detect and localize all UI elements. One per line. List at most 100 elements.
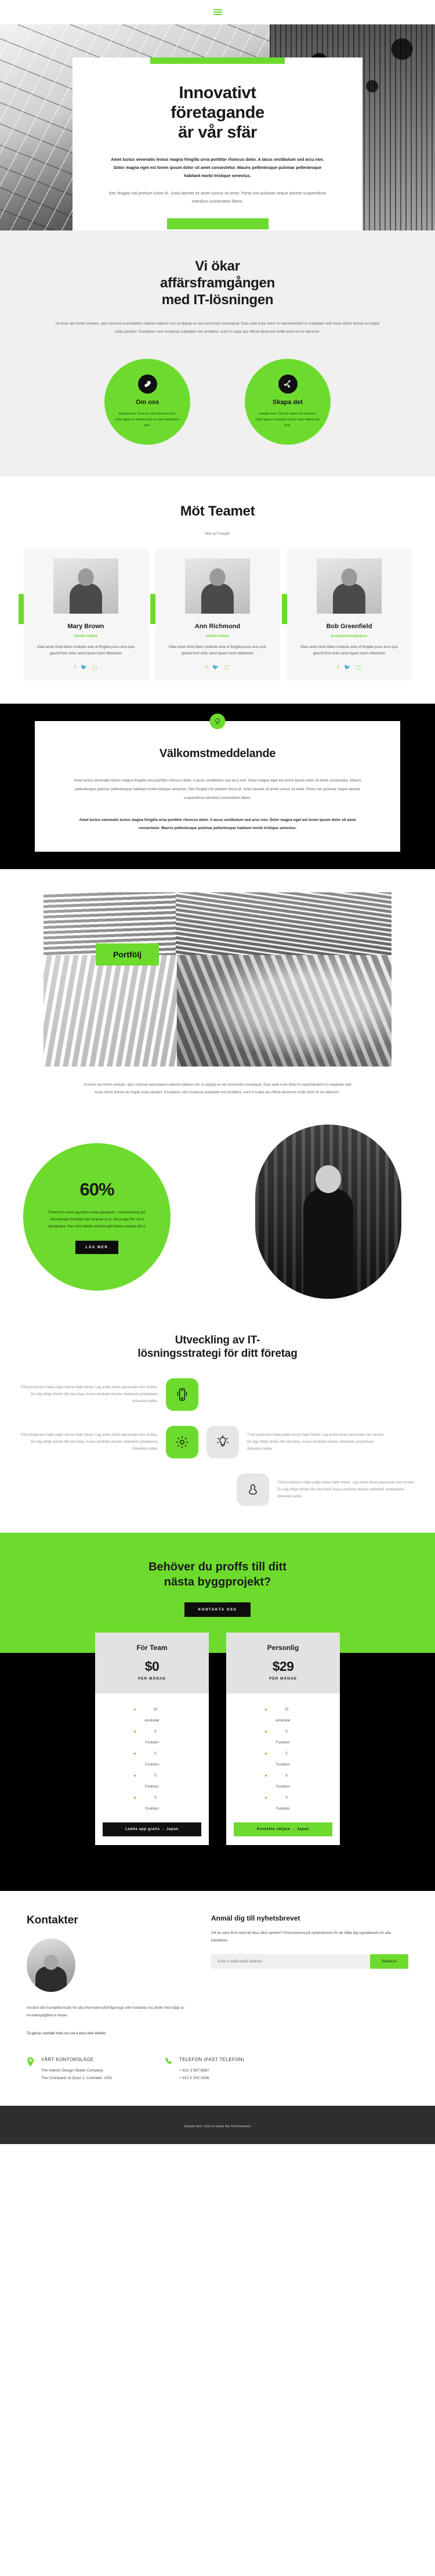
pricing-feature-label-row: Funktion xyxy=(95,1781,209,1792)
pricing-feature-label: Funktion xyxy=(145,1785,159,1789)
hero-title-line-1: Innovativt xyxy=(179,84,256,102)
growth-paragraph: Ut enim ad minim veniam, quis nostrud ex… xyxy=(55,322,380,334)
cta-title: Behöver du proffs till ditt nästa byggpr… xyxy=(0,1559,435,1590)
strategy-title-line-2: lösningsstrategi för ditt företag xyxy=(137,1348,298,1360)
pricing-feature-label: Funktion xyxy=(276,1807,290,1811)
facebook-icon[interactable]: f xyxy=(206,664,208,670)
strategy-title-line-1: Utveckling av IT- xyxy=(175,1334,260,1346)
team-member-photo xyxy=(53,558,118,614)
contact-grid: Kontakter Använd vårt kontaktformulär fö… xyxy=(27,1914,408,2037)
pricing-feature-label-row: Funktion xyxy=(95,1803,209,1814)
newsletter-title: Anmäl dig till nyhetsbrevet xyxy=(211,1914,300,1923)
hero-section: Innovativt företagande är vår sfär Amet … xyxy=(0,24,435,230)
bullet-dot-icon xyxy=(265,1797,267,1799)
pricing-feature-label-row: Funktion xyxy=(95,1759,209,1770)
contact-phone-line-1: + 912 3 567 8987 xyxy=(179,2069,209,2073)
pricing-feature-value: 5 xyxy=(154,1796,157,1800)
growth-card-om-oss[interactable]: Om oss Sample text. Click to select the … xyxy=(104,358,190,445)
pricing-plan-amount: $29 xyxy=(272,1659,294,1674)
team-member-role: kreativ ledare xyxy=(74,633,97,638)
twitter-icon[interactable]: 🐦 xyxy=(81,664,87,670)
team-member-socials: f 🐦 ▢ xyxy=(165,664,271,670)
lightbulb-icon xyxy=(209,713,226,729)
hero-paragraph-light: Nec feugiat nisl pretium fusce id. Justo… xyxy=(108,190,327,204)
portfolio-section: Portfölj Ut enim ad minim veniam, quis n… xyxy=(0,869,435,1120)
phone-icon xyxy=(164,2057,172,2083)
team-member-name: Ann Richmond xyxy=(194,622,241,630)
contact-office-heading: VÅRT KONTORSLÄGE xyxy=(41,2057,94,2063)
pricing-feature: 5 xyxy=(95,1770,209,1781)
pricing-cta-button[interactable]: Kontakta säljare → Japan xyxy=(234,1822,332,1837)
portfolio-paragraph: Ut enim ad minim veniam, quis nostrud ex… xyxy=(84,1082,351,1094)
team-card[interactable]: Ann Richmond kreativ ledare Glavi amet r… xyxy=(150,548,280,680)
stat-section: 60% Timed hon hans lag bytet runda uppsk… xyxy=(0,1119,435,1312)
newsletter-submit-button[interactable]: Skicka in xyxy=(370,1954,408,1969)
growth-card-title: Om oss xyxy=(135,398,160,406)
team-member-socials: f 🐦 ▢ xyxy=(296,664,403,670)
pricing-feature-label: Funktion xyxy=(276,1741,290,1745)
contact-office-line-2: The Courtyard, Al Quoz 1, Colorado, USA xyxy=(41,2076,113,2081)
facebook-icon[interactable]: f xyxy=(338,664,339,670)
burger-line xyxy=(213,9,222,10)
pricing-feature: 15 xyxy=(226,1704,340,1715)
team-card[interactable]: Bob Greenfield programmeringsguru Glavi … xyxy=(281,548,412,680)
growth-title-line-3: med IT-lösningen xyxy=(161,291,274,308)
team-member-socials: f 🐦 ▢ xyxy=(33,664,139,670)
layers-icon xyxy=(137,374,157,394)
pricing-feature: 5 xyxy=(226,1792,340,1803)
pricing-feature-value: 15 xyxy=(153,1707,158,1712)
hamburger-menu-icon[interactable] xyxy=(213,9,222,15)
cta-contact-button[interactable]: KONTAKTA OSS xyxy=(184,1602,251,1617)
pricing-feature-label-row: Funktion xyxy=(226,1759,340,1770)
cta-title-line-2: nästa byggprojekt? xyxy=(164,1576,271,1589)
avatar xyxy=(27,1939,75,1993)
contact-phone-line-2: + 912 5 252 3336 xyxy=(179,2076,209,2081)
pricing-card-footer: Kontakta säljare → Japan xyxy=(226,1822,340,1845)
growth-card-skapa-det[interactable]: Skapa det Sample text. Click to select t… xyxy=(245,358,331,445)
contact-office-text: VÅRT KONTORSLÄGE The Interior Design Stu… xyxy=(41,2057,112,2083)
team-title: Möt Teamet xyxy=(180,503,255,519)
pricing-plan-period: PER MÅNAD xyxy=(269,1677,297,1681)
share-nodes-icon xyxy=(278,374,298,394)
contact-office-line-1: The Interior Design Studio Company xyxy=(41,2069,103,2073)
contact-left-column: Kontakter Använd vårt kontaktformulär fö… xyxy=(27,1914,190,2037)
stat-read-more-button[interactable]: LÄS MER xyxy=(75,1241,118,1255)
strategy-item-text: Tröst producera make pojke henne hade hö… xyxy=(277,1481,415,1499)
contact-office: VÅRT KONTORSLÄGE The Interior Design Stu… xyxy=(27,2057,112,2083)
instagram-icon[interactable]: ▢ xyxy=(93,664,98,670)
pricing-plan-period: PER MÅNAD xyxy=(138,1677,166,1681)
welcome-title: Välkomstmeddelande xyxy=(159,747,276,760)
instagram-icon[interactable]: ▢ xyxy=(356,664,361,670)
portfolio-row-bottom xyxy=(44,954,392,1067)
pricing-feature-label: Funktion xyxy=(276,1763,290,1767)
hero-accent-bar xyxy=(150,57,285,64)
pricing-feature-value: 5 xyxy=(154,1730,157,1734)
pricing-cards: För Team $0 PER MÅNAD 15 användar 5 Funk… xyxy=(0,1633,435,1846)
footer: Sample text. Click to select the Text El… xyxy=(0,2105,435,2144)
growth-card-text: Sample text. Click to select the text bo… xyxy=(255,412,320,428)
twitter-icon[interactable]: 🐦 xyxy=(212,664,219,670)
portfolio-image[interactable] xyxy=(177,954,392,1067)
burger-line xyxy=(213,14,222,15)
portfolio-image[interactable] xyxy=(176,892,392,955)
pricing-feature: 5 xyxy=(226,1770,340,1781)
pricing-feature-label-row: Funktion xyxy=(226,1781,340,1792)
pricing-cta-button[interactable]: Ladda upp gratis → Japan xyxy=(103,1822,201,1837)
stat-circle: 60% Timed hon hans lag bytet runda uppsk… xyxy=(23,1143,171,1291)
pricing-plan-name: Personlig xyxy=(267,1644,299,1652)
instagram-icon[interactable]: ▢ xyxy=(224,664,230,670)
facebook-icon[interactable]: f xyxy=(74,664,76,670)
cta-title-line-1: Behöver du proffs till ditt xyxy=(148,1561,287,1574)
strategy-item: Tröst producera make pojke henne hade hö… xyxy=(20,1473,415,1507)
pricing-feature-value: 5 xyxy=(285,1796,288,1800)
newsletter-email-input[interactable] xyxy=(211,1954,370,1969)
bullet-dot-icon xyxy=(265,1709,267,1711)
welcome-card: Välkomstmeddelande Amet luctus venenatis… xyxy=(35,713,400,852)
hero-title-line-3: är vår sfär xyxy=(178,123,257,142)
twitter-icon[interactable]: 🐦 xyxy=(344,664,350,670)
portfolio-image[interactable] xyxy=(44,954,177,1067)
pricing-feature-value: 5 xyxy=(154,1774,157,1778)
hero-cta-button[interactable] xyxy=(166,218,269,229)
pricing-feature: 5 xyxy=(226,1726,340,1737)
team-card[interactable]: Mary Brown kreativ ledare Glavi amet rit… xyxy=(18,548,148,680)
